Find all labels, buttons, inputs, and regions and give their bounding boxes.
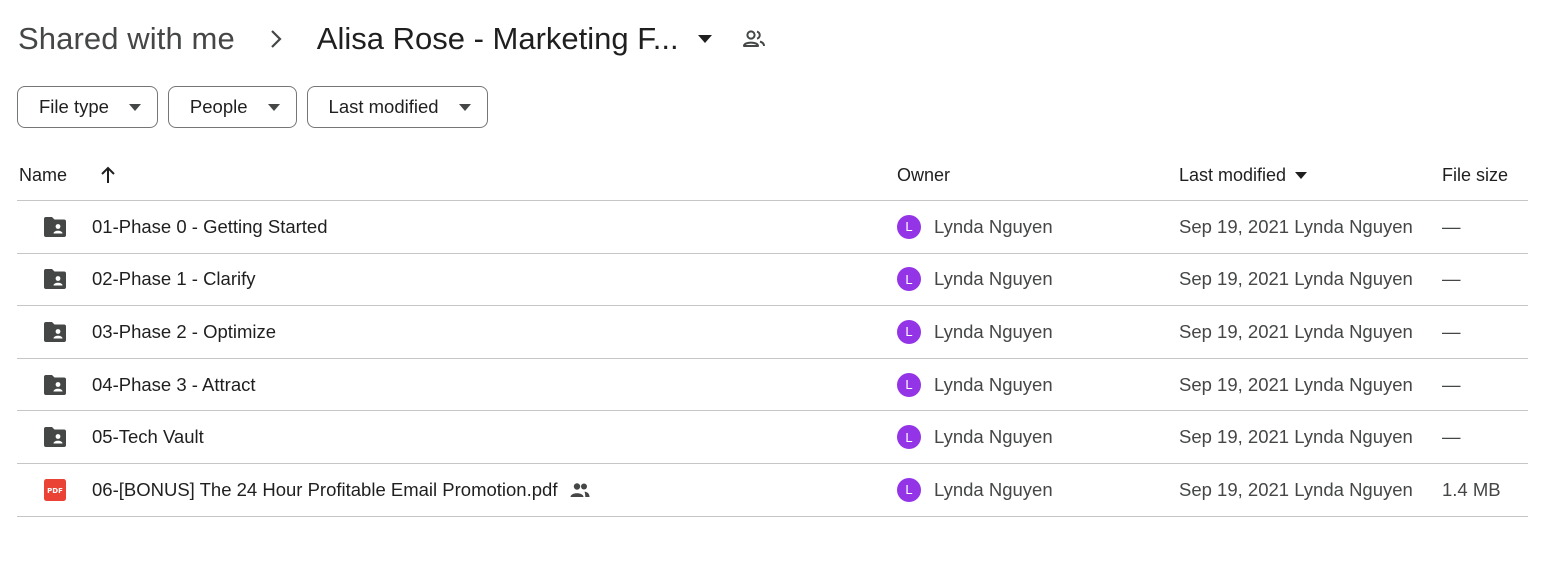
people-icon bbox=[569, 479, 591, 501]
owner-name: Lynda Nguyen bbox=[934, 478, 1053, 500]
pdf-icon: PDF bbox=[40, 464, 70, 516]
file-name: 05-Tech Vault bbox=[92, 426, 204, 448]
shared-folder-icon bbox=[40, 254, 70, 306]
file-name-cell: 03-Phase 2 - Optimize bbox=[92, 306, 276, 358]
filter-people-label: People bbox=[189, 96, 248, 117]
breadcrumb: Shared with me Alisa Rose - Marketing F.… bbox=[18, 18, 767, 60]
filter-file-type[interactable]: File type bbox=[17, 86, 158, 128]
owner-cell: L Lynda Nguyen bbox=[897, 359, 1053, 411]
file-name: 03-Phase 2 - Optimize bbox=[92, 320, 277, 342]
file-row[interactable]: 01-Phase 0 - Getting Started L Lynda Ngu… bbox=[17, 201, 1528, 254]
arrow-drop-down-icon bbox=[128, 101, 141, 113]
filter-last-modified[interactable]: Last modified bbox=[306, 86, 488, 128]
owner-name: Lynda Nguyen bbox=[934, 426, 1053, 448]
file-list: Name Owner Last modified File size 01-Ph… bbox=[17, 150, 1528, 517]
last-modified-cell: Sep 19, 2021 Lynda Nguyen bbox=[1179, 215, 1413, 237]
arrow-upward-icon[interactable] bbox=[97, 164, 119, 186]
shared-folder-icon bbox=[40, 359, 70, 411]
file-name-cell: 01-Phase 0 - Getting Started bbox=[92, 201, 328, 253]
column-header-last-modified-label: Last modified bbox=[1179, 164, 1287, 185]
svg-text:PDF: PDF bbox=[47, 487, 63, 495]
column-header-owner[interactable]: Owner bbox=[897, 150, 950, 200]
owner-name: Lynda Nguyen bbox=[934, 320, 1053, 342]
arrow-drop-down-icon bbox=[1294, 168, 1308, 182]
arrow-drop-down-icon bbox=[458, 101, 471, 113]
last-modified-cell: Sep 19, 2021 Lynda Nguyen bbox=[1179, 320, 1413, 342]
chevron-right-icon bbox=[265, 28, 287, 50]
file-size-cell: 1.4 MB bbox=[1442, 478, 1501, 500]
owner-cell: L Lynda Nguyen bbox=[897, 464, 1053, 516]
file-row[interactable]: 02-Phase 1 - Clarify L Lynda Nguyen Sep … bbox=[17, 254, 1528, 307]
arrow-drop-down-icon bbox=[697, 31, 713, 47]
shared-folder-icon bbox=[40, 411, 70, 463]
shared-folder-icon bbox=[40, 306, 70, 358]
file-row[interactable]: 05-Tech Vault L Lynda Nguyen Sep 19, 202… bbox=[17, 411, 1528, 464]
file-row[interactable]: 04-Phase 3 - Attract L Lynda Nguyen Sep … bbox=[17, 359, 1528, 412]
breadcrumb-current-folder[interactable]: Alisa Rose - Marketing F... bbox=[317, 21, 713, 57]
filter-last-modified-label: Last modified bbox=[328, 96, 439, 117]
filter-chips: File type People Last modified bbox=[17, 86, 488, 128]
file-name: 01-Phase 0 - Getting Started bbox=[92, 215, 328, 237]
avatar: L bbox=[897, 267, 921, 292]
owner-cell: L Lynda Nguyen bbox=[897, 201, 1053, 253]
file-size-cell: — bbox=[1442, 373, 1461, 395]
owner-cell: L Lynda Nguyen bbox=[897, 254, 1053, 306]
file-name-cell: 05-Tech Vault bbox=[92, 411, 204, 463]
file-size-cell: — bbox=[1442, 215, 1461, 237]
file-name: 02-Phase 1 - Clarify bbox=[92, 268, 256, 290]
column-header-file-size[interactable]: File size bbox=[1442, 150, 1508, 200]
avatar: L bbox=[897, 425, 921, 450]
breadcrumb-shared-with-me[interactable]: Shared with me bbox=[18, 21, 235, 57]
file-row[interactable]: PDF 06-[BONUS] The 24 Hour Profitable Em… bbox=[17, 464, 1528, 517]
column-header-last-modified[interactable]: Last modified bbox=[1179, 150, 1308, 200]
file-size-cell: — bbox=[1442, 268, 1461, 290]
last-modified-cell: Sep 19, 2021 Lynda Nguyen bbox=[1179, 478, 1413, 500]
file-size-cell: — bbox=[1442, 426, 1461, 448]
avatar: L bbox=[897, 372, 921, 397]
last-modified-cell: Sep 19, 2021 Lynda Nguyen bbox=[1179, 268, 1413, 290]
file-name-cell: 02-Phase 1 - Clarify bbox=[92, 254, 255, 306]
file-name-cell: 06-[BONUS] The 24 Hour Profitable Email … bbox=[92, 464, 591, 516]
file-name: 06-[BONUS] The 24 Hour Profitable Email … bbox=[92, 478, 558, 500]
owner-cell: L Lynda Nguyen bbox=[897, 306, 1053, 358]
last-modified-cell: Sep 19, 2021 Lynda Nguyen bbox=[1179, 373, 1413, 395]
filter-file-type-label: File type bbox=[39, 96, 109, 117]
file-name: 04-Phase 3 - Attract bbox=[92, 373, 256, 395]
column-header-name[interactable]: Name bbox=[19, 150, 67, 200]
avatar: L bbox=[897, 319, 921, 344]
current-folder-title: Alisa Rose - Marketing F... bbox=[316, 21, 679, 56]
file-row[interactable]: 03-Phase 2 - Optimize L Lynda Nguyen Sep… bbox=[17, 306, 1528, 359]
last-modified-cell: Sep 19, 2021 Lynda Nguyen bbox=[1179, 426, 1413, 448]
filter-people[interactable]: People bbox=[167, 86, 297, 128]
owner-name: Lynda Nguyen bbox=[934, 373, 1053, 395]
people-icon[interactable] bbox=[741, 26, 767, 52]
avatar: L bbox=[897, 477, 921, 502]
owner-cell: L Lynda Nguyen bbox=[897, 411, 1053, 463]
arrow-drop-down-icon bbox=[267, 101, 280, 113]
shared-folder-icon bbox=[40, 201, 70, 253]
file-name-cell: 04-Phase 3 - Attract bbox=[92, 359, 256, 411]
file-size-cell: — bbox=[1442, 320, 1461, 342]
avatar: L bbox=[897, 214, 921, 239]
owner-name: Lynda Nguyen bbox=[934, 268, 1053, 290]
owner-name: Lynda Nguyen bbox=[934, 215, 1053, 237]
file-list-rows: 01-Phase 0 - Getting Started L Lynda Ngu… bbox=[17, 201, 1528, 517]
file-list-header: Name Owner Last modified File size bbox=[17, 150, 1528, 201]
